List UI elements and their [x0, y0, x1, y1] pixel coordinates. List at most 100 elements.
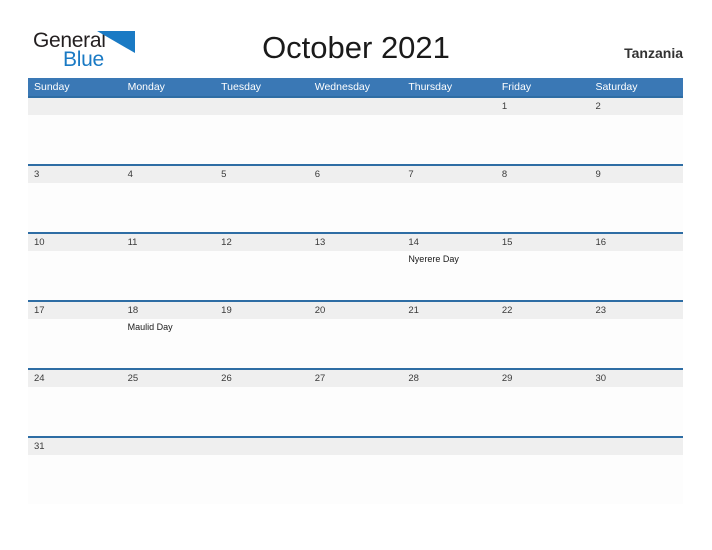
- day-number[interactable]: [309, 438, 403, 455]
- day-event-nyerere-day[interactable]: Nyerere Day: [402, 251, 496, 300]
- day-event[interactable]: [215, 455, 309, 504]
- day-event[interactable]: [589, 319, 683, 368]
- day-event[interactable]: [589, 387, 683, 436]
- day-number[interactable]: 4: [122, 166, 216, 183]
- day-event[interactable]: [28, 115, 122, 164]
- day-number[interactable]: 6: [309, 166, 403, 183]
- day-number[interactable]: [215, 98, 309, 115]
- day-event[interactable]: [28, 455, 122, 504]
- day-event[interactable]: [215, 251, 309, 300]
- day-number[interactable]: 2: [589, 98, 683, 115]
- day-event[interactable]: [589, 251, 683, 300]
- day-number[interactable]: [496, 438, 590, 455]
- day-event[interactable]: [496, 183, 590, 232]
- day-event[interactable]: [122, 387, 216, 436]
- day-number[interactable]: 25: [122, 370, 216, 387]
- day-event[interactable]: [122, 115, 216, 164]
- day-number[interactable]: [402, 438, 496, 455]
- day-event[interactable]: [309, 387, 403, 436]
- weekday-header-row: Sunday Monday Tuesday Wednesday Thursday…: [28, 78, 683, 96]
- day-number[interactable]: [402, 98, 496, 115]
- day-number[interactable]: [28, 98, 122, 115]
- day-event[interactable]: [589, 115, 683, 164]
- calendar-grid: Sunday Monday Tuesday Wednesday Thursday…: [28, 78, 683, 504]
- day-number[interactable]: 11: [122, 234, 216, 251]
- page-header: General Blue October 2021 Tanzania: [0, 0, 712, 78]
- day-number[interactable]: [309, 98, 403, 115]
- day-event-maulid-day[interactable]: Maulid Day: [122, 319, 216, 368]
- day-number[interactable]: 28: [402, 370, 496, 387]
- day-event[interactable]: [309, 319, 403, 368]
- day-number[interactable]: 18: [122, 302, 216, 319]
- day-event[interactable]: [122, 455, 216, 504]
- day-event[interactable]: [28, 319, 122, 368]
- day-event[interactable]: [28, 387, 122, 436]
- day-number[interactable]: [589, 438, 683, 455]
- day-number[interactable]: [215, 438, 309, 455]
- day-event[interactable]: [309, 455, 403, 504]
- week-event-band: [28, 455, 683, 504]
- day-number[interactable]: 8: [496, 166, 590, 183]
- day-number[interactable]: 16: [589, 234, 683, 251]
- day-number[interactable]: 14: [402, 234, 496, 251]
- weekday-header-wednesday: Wednesday: [314, 81, 370, 93]
- day-event[interactable]: [28, 183, 122, 232]
- weekday-header-tuesday: Tuesday: [221, 81, 262, 93]
- day-number[interactable]: 5: [215, 166, 309, 183]
- day-number[interactable]: 13: [309, 234, 403, 251]
- day-event[interactable]: [589, 183, 683, 232]
- day-number[interactable]: 23: [589, 302, 683, 319]
- day-number[interactable]: 15: [496, 234, 590, 251]
- country-label: Tanzania: [624, 45, 683, 61]
- day-number[interactable]: 10: [28, 234, 122, 251]
- day-event[interactable]: [215, 183, 309, 232]
- day-number[interactable]: 19: [215, 302, 309, 319]
- weekday-header-friday: Friday: [501, 81, 532, 93]
- weekday-header-thursday: Thursday: [408, 81, 453, 93]
- day-event[interactable]: [215, 387, 309, 436]
- day-event[interactable]: [402, 387, 496, 436]
- week-date-band: 31: [28, 438, 683, 455]
- week-row: 17 18 19 20 21 22 23 Maulid Day: [28, 300, 683, 368]
- day-number[interactable]: 31: [28, 438, 122, 455]
- day-number[interactable]: 26: [215, 370, 309, 387]
- day-event[interactable]: [496, 387, 590, 436]
- week-event-band: [28, 387, 683, 436]
- day-event[interactable]: [496, 115, 590, 164]
- day-number[interactable]: 21: [402, 302, 496, 319]
- day-number[interactable]: [122, 98, 216, 115]
- day-number[interactable]: 27: [309, 370, 403, 387]
- day-event[interactable]: [496, 251, 590, 300]
- day-event[interactable]: [28, 251, 122, 300]
- day-number[interactable]: 1: [496, 98, 590, 115]
- day-event[interactable]: [309, 183, 403, 232]
- day-number[interactable]: 12: [215, 234, 309, 251]
- day-event[interactable]: [215, 115, 309, 164]
- day-event[interactable]: [122, 251, 216, 300]
- week-row: 3 4 5 6 7 8 9: [28, 164, 683, 232]
- day-number[interactable]: 29: [496, 370, 590, 387]
- day-event[interactable]: [402, 115, 496, 164]
- day-event[interactable]: [309, 251, 403, 300]
- day-number[interactable]: 9: [589, 166, 683, 183]
- day-event[interactable]: [122, 183, 216, 232]
- day-event[interactable]: [496, 455, 590, 504]
- day-number[interactable]: 30: [589, 370, 683, 387]
- day-number[interactable]: 24: [28, 370, 122, 387]
- week-date-band: 24 25 26 27 28 29 30: [28, 370, 683, 387]
- week-event-band: [28, 115, 683, 164]
- day-event[interactable]: [402, 455, 496, 504]
- day-number[interactable]: 22: [496, 302, 590, 319]
- day-number[interactable]: 7: [402, 166, 496, 183]
- day-event[interactable]: [402, 183, 496, 232]
- day-number[interactable]: 3: [28, 166, 122, 183]
- day-event[interactable]: [496, 319, 590, 368]
- day-number[interactable]: 17: [28, 302, 122, 319]
- day-event[interactable]: [402, 319, 496, 368]
- week-event-band: [28, 183, 683, 232]
- day-number[interactable]: [122, 438, 216, 455]
- day-event[interactable]: [215, 319, 309, 368]
- day-event[interactable]: [309, 115, 403, 164]
- day-event[interactable]: [589, 455, 683, 504]
- day-number[interactable]: 20: [309, 302, 403, 319]
